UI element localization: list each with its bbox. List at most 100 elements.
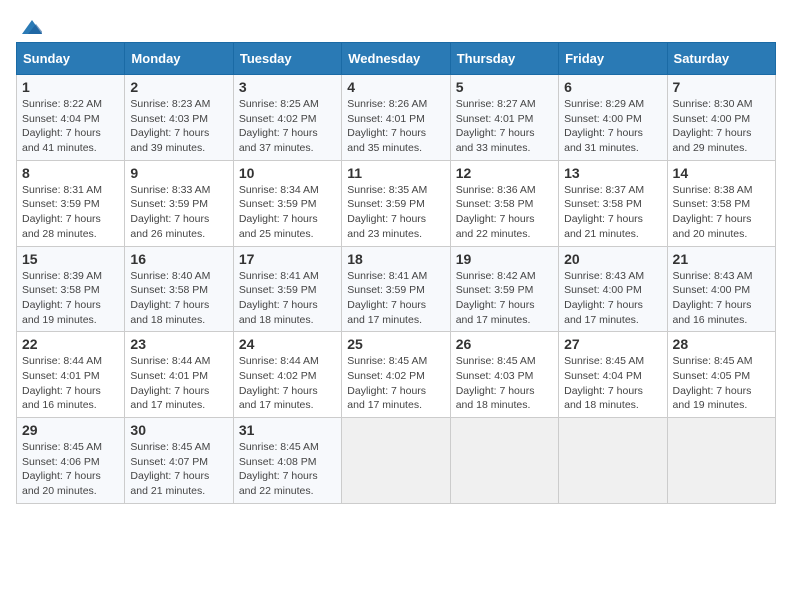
day-detail: Sunrise: 8:38 AMSunset: 3:58 PMDaylight:… — [673, 183, 770, 242]
weekday-header-friday: Friday — [559, 43, 667, 75]
calendar-cell: 26 Sunrise: 8:45 AMSunset: 4:03 PMDayligh… — [450, 332, 558, 418]
day-number: 20 — [564, 251, 661, 267]
day-detail: Sunrise: 8:27 AMSunset: 4:01 PMDaylight:… — [456, 97, 553, 156]
calendar-cell: 24Sunrise: 8:44 AMSunset: 4:02 PMDayligh… — [233, 332, 341, 418]
calendar-cell: 23 Sunrise: 8:44 AMSunset: 4:01 PMDayligh… — [125, 332, 233, 418]
day-detail: Sunrise: 8:22 AMSunset: 4:04 PMDaylight:… — [22, 97, 119, 156]
day-detail: Sunrise: 8:44 AMSunset: 4:02 PMDaylight:… — [239, 354, 336, 413]
day-detail: Sunrise: 8:43 AMSunset: 4:00 PMDaylight:… — [564, 269, 661, 328]
day-detail: Sunrise: 8:25 AMSunset: 4:02 PMDaylight:… — [239, 97, 336, 156]
weekday-header-tuesday: Tuesday — [233, 43, 341, 75]
calendar-table: SundayMondayTuesdayWednesdayThursdayFrid… — [16, 42, 776, 504]
calendar-cell — [667, 418, 775, 504]
day-detail: Sunrise: 8:31 AMSunset: 3:59 PMDaylight:… — [22, 183, 119, 242]
day-number: 7 — [673, 79, 770, 95]
calendar-cell: 13 Sunrise: 8:37 AMSunset: 3:58 PMDayligh… — [559, 160, 667, 246]
calendar-cell: 3 Sunrise: 8:25 AMSunset: 4:02 PMDaylight… — [233, 75, 341, 161]
weekday-header-wednesday: Wednesday — [342, 43, 450, 75]
day-number: 9 — [130, 165, 227, 181]
calendar-cell: 22 Sunrise: 8:44 AMSunset: 4:01 PMDayligh… — [17, 332, 125, 418]
calendar-cell: 6 Sunrise: 8:29 AMSunset: 4:00 PMDaylight… — [559, 75, 667, 161]
weekday-header-thursday: Thursday — [450, 43, 558, 75]
calendar-cell: 20 Sunrise: 8:43 AMSunset: 4:00 PMDayligh… — [559, 246, 667, 332]
day-detail: Sunrise: 8:45 AMSunset: 4:08 PMDaylight:… — [239, 440, 336, 499]
calendar-cell: 27Sunrise: 8:45 AMSunset: 4:04 PMDayligh… — [559, 332, 667, 418]
calendar-cell: 8 Sunrise: 8:31 AMSunset: 3:59 PMDaylight… — [17, 160, 125, 246]
day-number: 13 — [564, 165, 661, 181]
day-number: 8 — [22, 165, 119, 181]
day-number: 10 — [239, 165, 336, 181]
calendar-cell: 2 Sunrise: 8:23 AMSunset: 4:03 PMDaylight… — [125, 75, 233, 161]
calendar-cell: 21 Sunrise: 8:43 AMSunset: 4:00 PMDayligh… — [667, 246, 775, 332]
day-number: 5 — [456, 79, 553, 95]
calendar-week-row: 29 Sunrise: 8:45 AMSunset: 4:06 PMDayligh… — [17, 418, 776, 504]
day-number: 11 — [347, 165, 444, 181]
day-number: 26 — [456, 336, 553, 352]
calendar-cell — [559, 418, 667, 504]
calendar-cell: 14 Sunrise: 8:38 AMSunset: 3:58 PMDayligh… — [667, 160, 775, 246]
day-number: 30 — [130, 422, 227, 438]
day-number: 31 — [239, 422, 336, 438]
day-detail: Sunrise: 8:39 AMSunset: 3:58 PMDaylight:… — [22, 269, 119, 328]
weekday-header-saturday: Saturday — [667, 43, 775, 75]
day-detail: Sunrise: 8:41 AMSunset: 3:59 PMDaylight:… — [347, 269, 444, 328]
weekday-header-monday: Monday — [125, 43, 233, 75]
day-detail: Sunrise: 8:44 AMSunset: 4:01 PMDaylight:… — [22, 354, 119, 413]
calendar-cell: 4 Sunrise: 8:26 AMSunset: 4:01 PMDaylight… — [342, 75, 450, 161]
calendar-cell: 17 Sunrise: 8:41 AMSunset: 3:59 PMDayligh… — [233, 246, 341, 332]
day-number: 25 — [347, 336, 444, 352]
calendar-cell: 15 Sunrise: 8:39 AMSunset: 3:58 PMDayligh… — [17, 246, 125, 332]
day-number: 3 — [239, 79, 336, 95]
day-number: 23 — [130, 336, 227, 352]
day-detail: Sunrise: 8:33 AMSunset: 3:59 PMDaylight:… — [130, 183, 227, 242]
calendar-cell: 9 Sunrise: 8:33 AMSunset: 3:59 PMDaylight… — [125, 160, 233, 246]
day-detail: Sunrise: 8:37 AMSunset: 3:58 PMDaylight:… — [564, 183, 661, 242]
day-detail: Sunrise: 8:40 AMSunset: 3:58 PMDaylight:… — [130, 269, 227, 328]
day-number: 1 — [22, 79, 119, 95]
day-detail: Sunrise: 8:30 AMSunset: 4:00 PMDaylight:… — [673, 97, 770, 156]
calendar-week-row: 15 Sunrise: 8:39 AMSunset: 3:58 PMDayligh… — [17, 246, 776, 332]
calendar-cell: 28Sunrise: 8:45 AMSunset: 4:05 PMDayligh… — [667, 332, 775, 418]
day-detail: Sunrise: 8:44 AMSunset: 4:01 PMDaylight:… — [130, 354, 227, 413]
day-number: 18 — [347, 251, 444, 267]
calendar-cell — [450, 418, 558, 504]
calendar-cell: 16Sunrise: 8:40 AMSunset: 3:58 PMDayligh… — [125, 246, 233, 332]
calendar-cell: 25 Sunrise: 8:45 AMSunset: 4:02 PMDayligh… — [342, 332, 450, 418]
day-detail: Sunrise: 8:45 AMSunset: 4:07 PMDaylight:… — [130, 440, 227, 499]
calendar-week-row: 8 Sunrise: 8:31 AMSunset: 3:59 PMDaylight… — [17, 160, 776, 246]
day-detail: Sunrise: 8:42 AMSunset: 3:59 PMDaylight:… — [456, 269, 553, 328]
day-detail: Sunrise: 8:45 AMSunset: 4:02 PMDaylight:… — [347, 354, 444, 413]
day-detail: Sunrise: 8:45 AMSunset: 4:06 PMDaylight:… — [22, 440, 119, 499]
day-detail: Sunrise: 8:45 AMSunset: 4:04 PMDaylight:… — [564, 354, 661, 413]
calendar-week-row: 22 Sunrise: 8:44 AMSunset: 4:01 PMDayligh… — [17, 332, 776, 418]
day-detail: Sunrise: 8:26 AMSunset: 4:01 PMDaylight:… — [347, 97, 444, 156]
logo — [16, 16, 42, 34]
day-detail: Sunrise: 8:41 AMSunset: 3:59 PMDaylight:… — [239, 269, 336, 328]
day-number: 19 — [456, 251, 553, 267]
day-detail: Sunrise: 8:45 AMSunset: 4:03 PMDaylight:… — [456, 354, 553, 413]
day-detail: Sunrise: 8:36 AMSunset: 3:58 PMDaylight:… — [456, 183, 553, 242]
calendar-cell: 31 Sunrise: 8:45 AMSunset: 4:08 PMDayligh… — [233, 418, 341, 504]
page-header — [16, 16, 776, 34]
day-detail: Sunrise: 8:34 AMSunset: 3:59 PMDaylight:… — [239, 183, 336, 242]
calendar-cell: 5 Sunrise: 8:27 AMSunset: 4:01 PMDaylight… — [450, 75, 558, 161]
day-detail: Sunrise: 8:43 AMSunset: 4:00 PMDaylight:… — [673, 269, 770, 328]
calendar-week-row: 1 Sunrise: 8:22 AMSunset: 4:04 PMDaylight… — [17, 75, 776, 161]
calendar-cell: 12Sunrise: 8:36 AMSunset: 3:58 PMDayligh… — [450, 160, 558, 246]
day-number: 28 — [673, 336, 770, 352]
day-number: 4 — [347, 79, 444, 95]
logo-icon — [18, 16, 42, 40]
calendar-cell: 1 Sunrise: 8:22 AMSunset: 4:04 PMDaylight… — [17, 75, 125, 161]
day-number: 15 — [22, 251, 119, 267]
day-detail: Sunrise: 8:23 AMSunset: 4:03 PMDaylight:… — [130, 97, 227, 156]
day-number: 29 — [22, 422, 119, 438]
day-number: 6 — [564, 79, 661, 95]
day-number: 21 — [673, 251, 770, 267]
day-number: 14 — [673, 165, 770, 181]
day-detail: Sunrise: 8:29 AMSunset: 4:00 PMDaylight:… — [564, 97, 661, 156]
calendar-cell — [342, 418, 450, 504]
day-number: 2 — [130, 79, 227, 95]
weekday-header-sunday: Sunday — [17, 43, 125, 75]
day-number: 22 — [22, 336, 119, 352]
day-number: 17 — [239, 251, 336, 267]
